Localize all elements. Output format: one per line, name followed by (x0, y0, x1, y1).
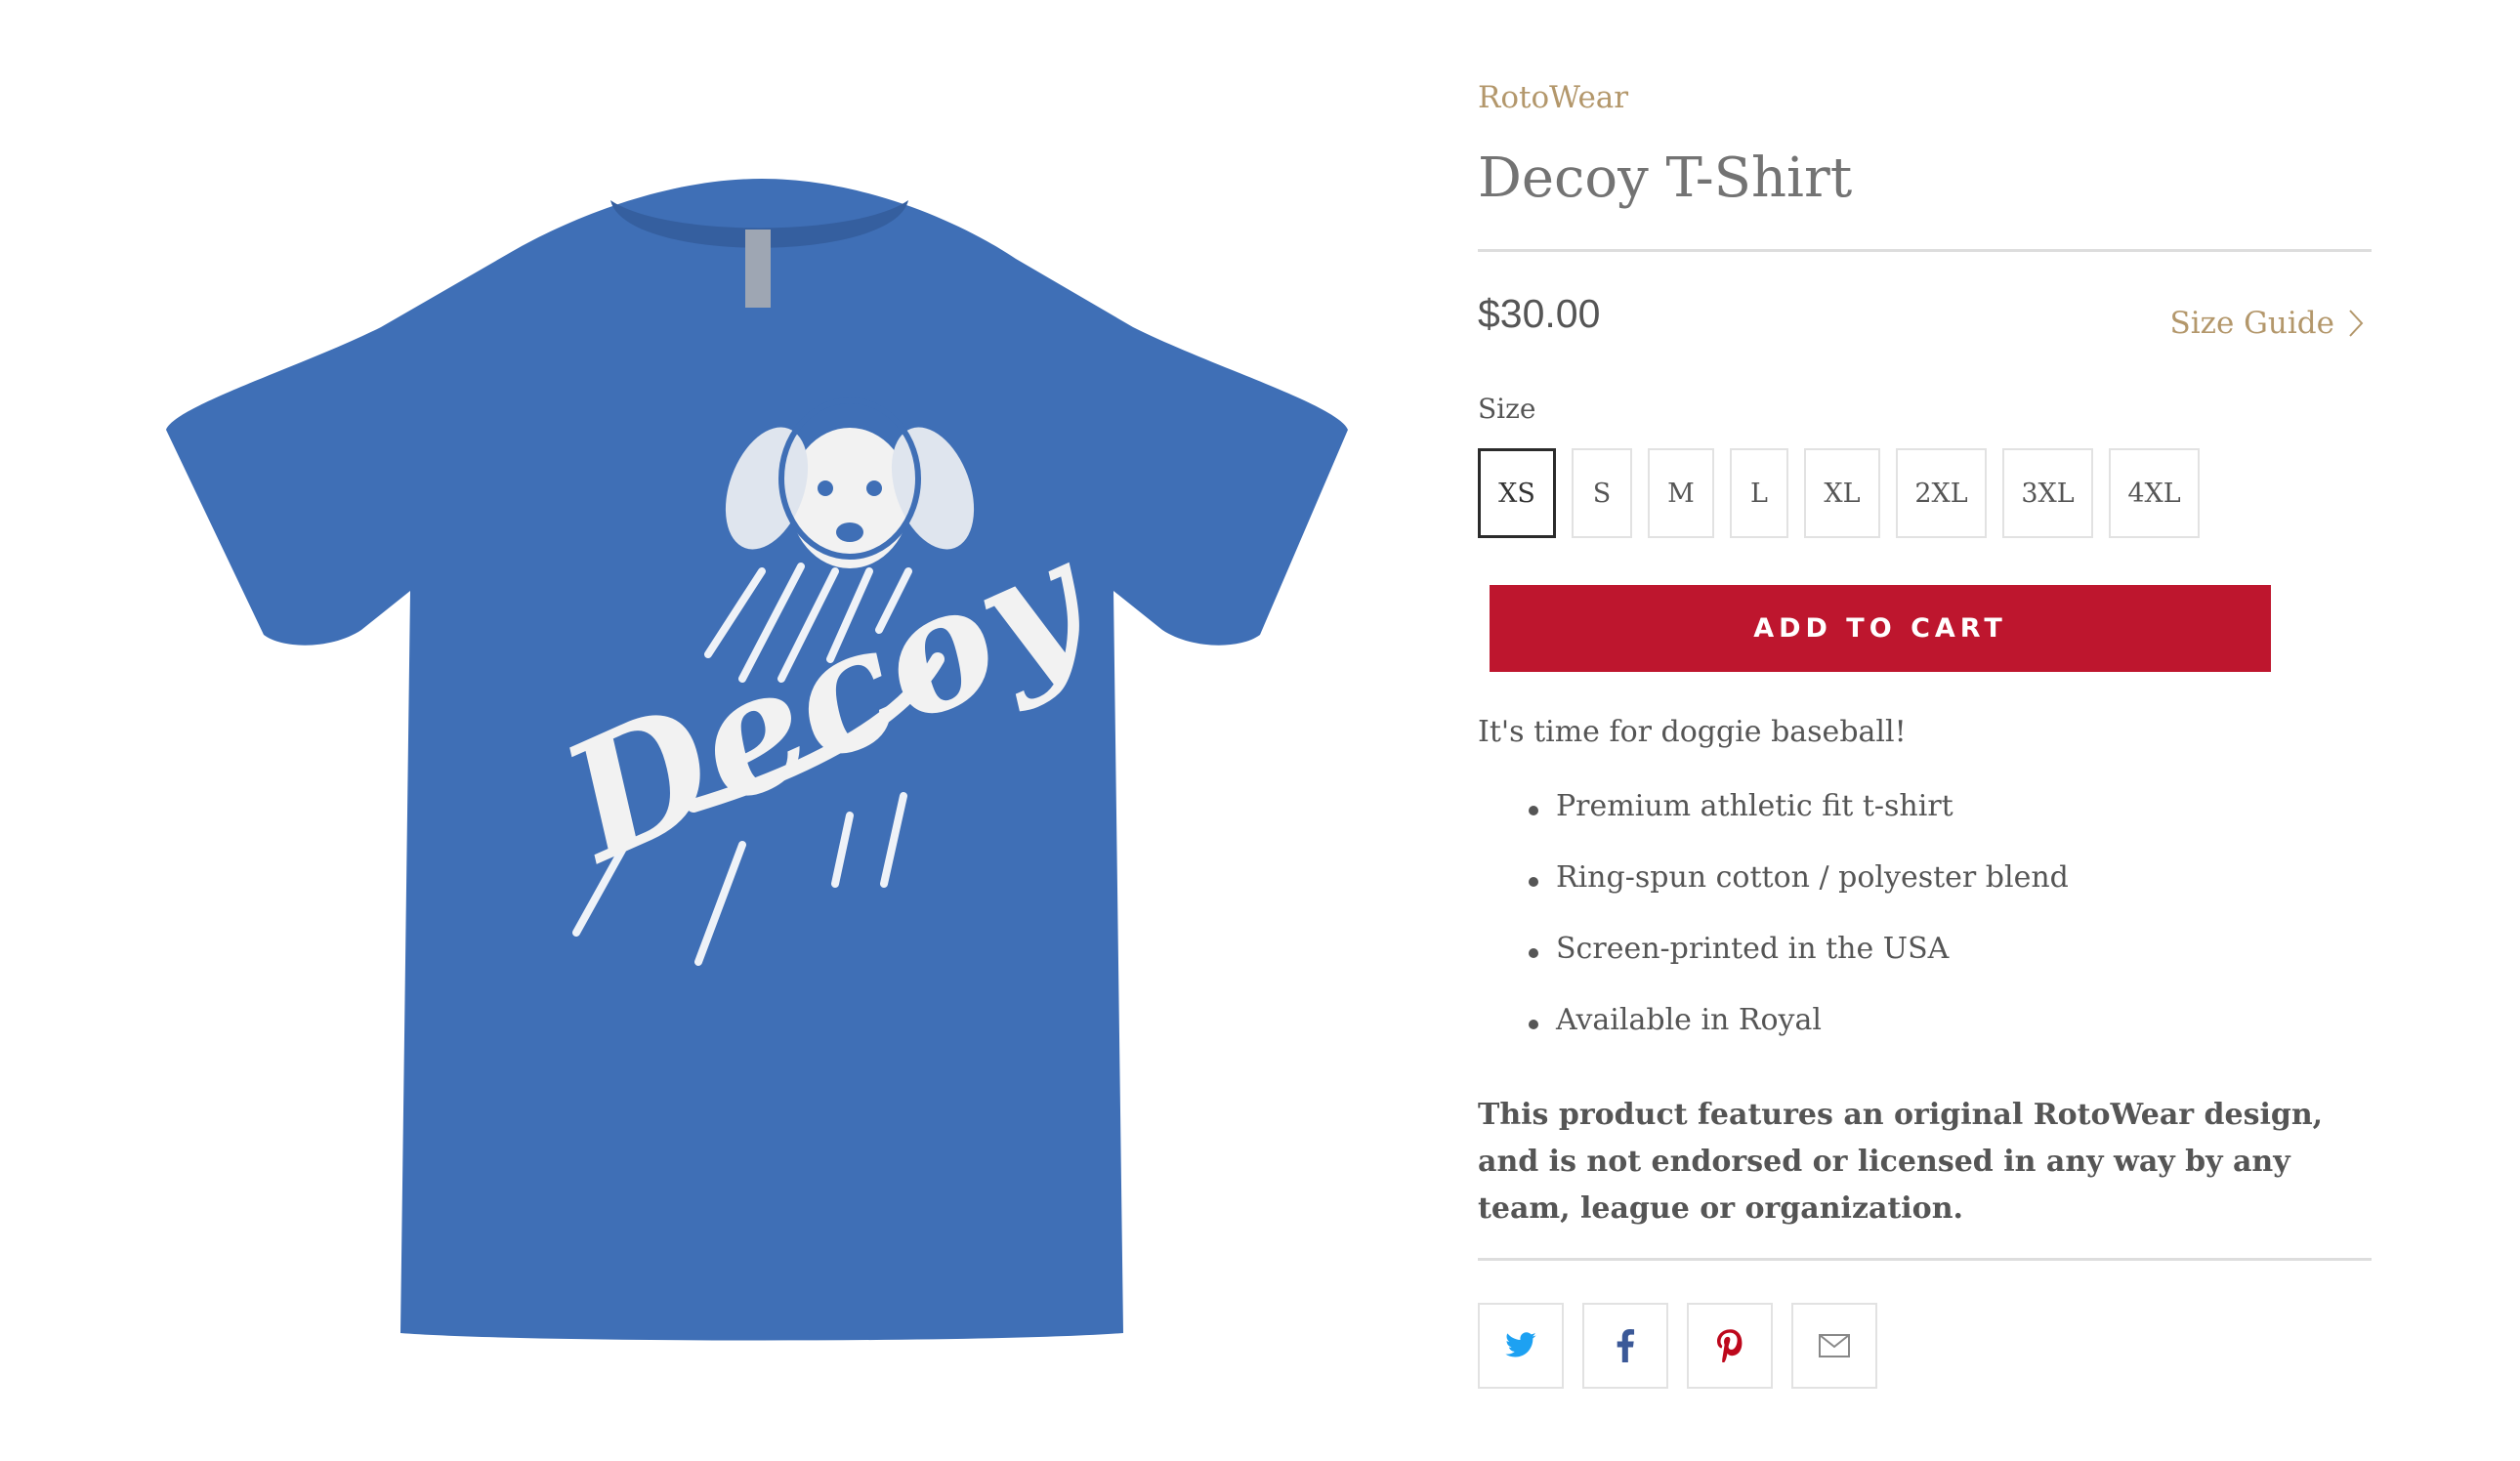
bullet-icon (1529, 948, 1538, 958)
share-twitter-button[interactable] (1478, 1303, 1564, 1389)
size-option-4xl[interactable]: 4XL (2109, 448, 2200, 538)
email-icon (1819, 1334, 1850, 1357)
product-title: Decoy T-Shirt (1478, 146, 1853, 210)
product-image[interactable]: Decoy (156, 161, 1358, 1353)
size-option-xl[interactable]: XL (1804, 448, 1880, 538)
size-option-3xl[interactable]: 3XL (2002, 448, 2093, 538)
size-guide-link[interactable]: Size Guide (2169, 306, 2364, 341)
size-selector: XS S M L XL 2XL 3XL 4XL (1478, 448, 2200, 538)
chevron-right-icon (2349, 310, 2364, 337)
size-option-m[interactable]: M (1648, 448, 1714, 538)
feature-text: Ring-spun cotton / polyester blend (1556, 860, 2069, 895)
size-option-l[interactable]: L (1730, 448, 1788, 538)
list-item: Screen-printed in the USA (1478, 932, 2069, 1003)
pinterest-icon (1717, 1329, 1743, 1362)
list-item: Premium athletic fit t-shirt (1478, 789, 2069, 860)
product-price: $30.00 (1478, 291, 1601, 336)
facebook-icon (1617, 1329, 1635, 1362)
product-intro: It's time for doggie baseball! (1478, 715, 1907, 749)
divider (1478, 249, 2372, 252)
size-option-xs[interactable]: XS (1478, 448, 1556, 538)
feature-text: Available in Royal (1556, 1003, 1822, 1037)
size-guide-label: Size Guide (2169, 306, 2334, 341)
feature-list: Premium athletic fit t-shirt Ring-spun c… (1478, 789, 2069, 1074)
size-label: Size (1478, 393, 1536, 425)
share-pinterest-button[interactable] (1687, 1303, 1773, 1389)
feature-text: Screen-printed in the USA (1556, 932, 1950, 966)
neck-tag (745, 230, 771, 308)
bullet-icon (1529, 806, 1538, 815)
share-buttons (1478, 1303, 1877, 1389)
share-email-button[interactable] (1791, 1303, 1877, 1389)
list-item: Ring-spun cotton / polyester blend (1478, 860, 2069, 932)
bullet-icon (1529, 877, 1538, 887)
feature-text: Premium athletic fit t-shirt (1556, 789, 1953, 823)
list-item: Available in Royal (1478, 1003, 2069, 1074)
product-disclaimer: This product features an original RotoWe… (1478, 1098, 2324, 1226)
add-to-cart-button[interactable]: ADD TO CART (1490, 585, 2271, 672)
bullet-icon (1529, 1020, 1538, 1029)
size-option-s[interactable]: S (1572, 448, 1632, 538)
size-option-2xl[interactable]: 2XL (1896, 448, 1987, 538)
vendor-link[interactable]: RotoWear (1478, 80, 1628, 115)
share-facebook-button[interactable] (1582, 1303, 1668, 1389)
twitter-icon (1505, 1332, 1536, 1357)
divider (1478, 1258, 2372, 1261)
